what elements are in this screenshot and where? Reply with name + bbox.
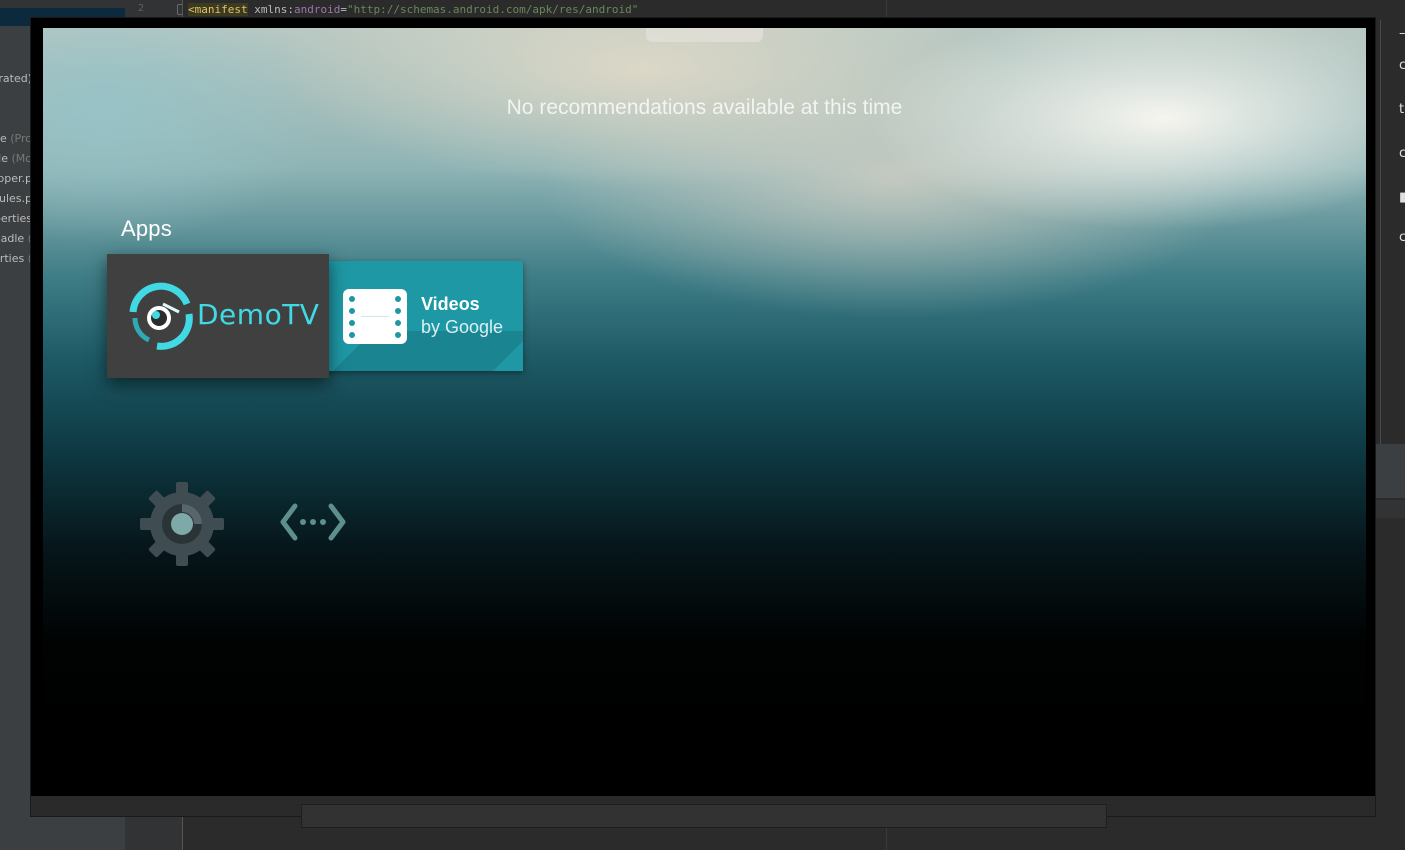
app-tile-demotv[interactable]: DemoTV bbox=[107, 254, 329, 378]
recommendations-empty-message: No recommendations available at this tim… bbox=[506, 96, 903, 119]
project-tree-item[interactable]: perties bbox=[0, 212, 32, 225]
project-tree-item[interactable]: erties ( bbox=[0, 252, 32, 265]
panel-glyph[interactable]: ▮ bbox=[1399, 190, 1405, 205]
project-item-label: erties bbox=[0, 252, 25, 265]
project-tree-item[interactable]: le (Mo bbox=[0, 152, 32, 165]
right-strip-lower bbox=[1375, 500, 1405, 518]
project-item-label: perties bbox=[0, 212, 32, 225]
code-tag: <manifest bbox=[188, 3, 248, 16]
panel-glyph[interactable]: c bbox=[1399, 146, 1405, 161]
code-attr-namespace: android bbox=[293, 3, 341, 16]
project-item-label: le bbox=[0, 132, 7, 145]
panel-glyph[interactable]: c bbox=[1399, 58, 1405, 73]
project-item-label: le bbox=[0, 152, 8, 165]
network-arrows-icon[interactable] bbox=[279, 502, 347, 542]
app-tile-videos[interactable]: Videos by Google bbox=[313, 261, 523, 371]
project-item-label: rules.p bbox=[0, 192, 32, 205]
code-line-manifest[interactable]: <manifest xmlns:android="http://schemas.… bbox=[188, 3, 638, 16]
videos-app-subtitle: by Google bbox=[421, 317, 504, 337]
emulator-scrollbar[interactable] bbox=[301, 804, 1107, 828]
project-tree-item[interactable]: rules.p bbox=[0, 192, 32, 205]
code-string-value: "http://schemas.android.com/apk/res/andr… bbox=[346, 3, 639, 16]
settings-gear-icon[interactable] bbox=[138, 480, 226, 568]
project-tree-item[interactable]: pper.p bbox=[0, 172, 32, 185]
right-strip bbox=[1375, 444, 1405, 498]
top-handle bbox=[646, 28, 763, 42]
emulator-window: No recommendations available at this tim… bbox=[31, 18, 1375, 828]
right-tool-panel: – c t c ▮ c bbox=[1380, 20, 1405, 444]
code-attr-prefix: xmlns: bbox=[254, 3, 294, 16]
project-tree-item[interactable]: rated) bbox=[0, 72, 32, 85]
project-tree-item[interactable]: le (Pro bbox=[0, 132, 32, 145]
demotv-app-name: DemoTV bbox=[197, 298, 320, 331]
project-tree-item[interactable]: adle ( bbox=[1, 232, 32, 245]
code-equals: = bbox=[340, 3, 347, 16]
panel-glyph[interactable]: c bbox=[1399, 230, 1405, 245]
panel-minimize-icon[interactable]: – bbox=[1399, 26, 1405, 41]
project-item-label: rated) bbox=[0, 72, 32, 85]
project-item-detail: (Mo bbox=[11, 152, 32, 165]
project-item-detail: (Pro bbox=[10, 132, 32, 145]
demotv-logo-icon bbox=[129, 282, 193, 350]
project-item-label: adle bbox=[0, 232, 28, 245]
line-number: 2 bbox=[138, 3, 145, 14]
tv-screen[interactable]: No recommendations available at this tim… bbox=[43, 28, 1366, 796]
panel-glyph[interactable]: t bbox=[1399, 102, 1405, 117]
apps-row-title: Apps bbox=[121, 216, 172, 241]
videos-app-name: Videos bbox=[421, 294, 480, 314]
film-strip-icon bbox=[343, 289, 407, 344]
project-item-label: pper.p bbox=[0, 172, 32, 185]
